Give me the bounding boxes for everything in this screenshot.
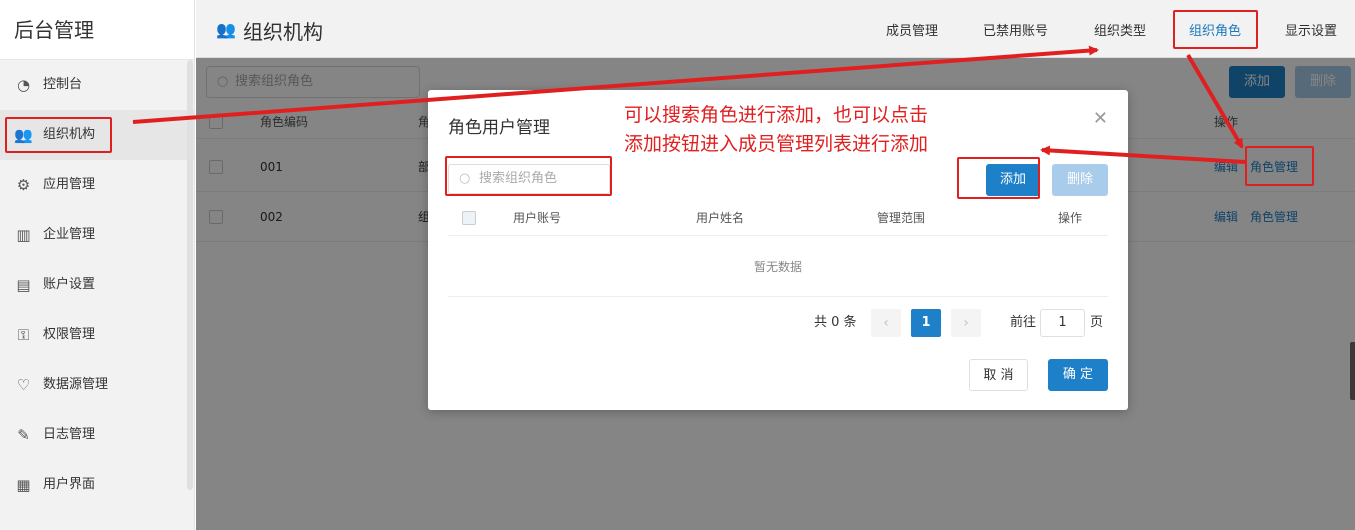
arrow-to-tab [132,45,1099,124]
arrow-to-role-link [1186,53,1244,149]
annotation-arrows [132,45,1246,164]
arrow-to-dialog [1040,145,1246,164]
window-edge-handle [1350,342,1355,400]
